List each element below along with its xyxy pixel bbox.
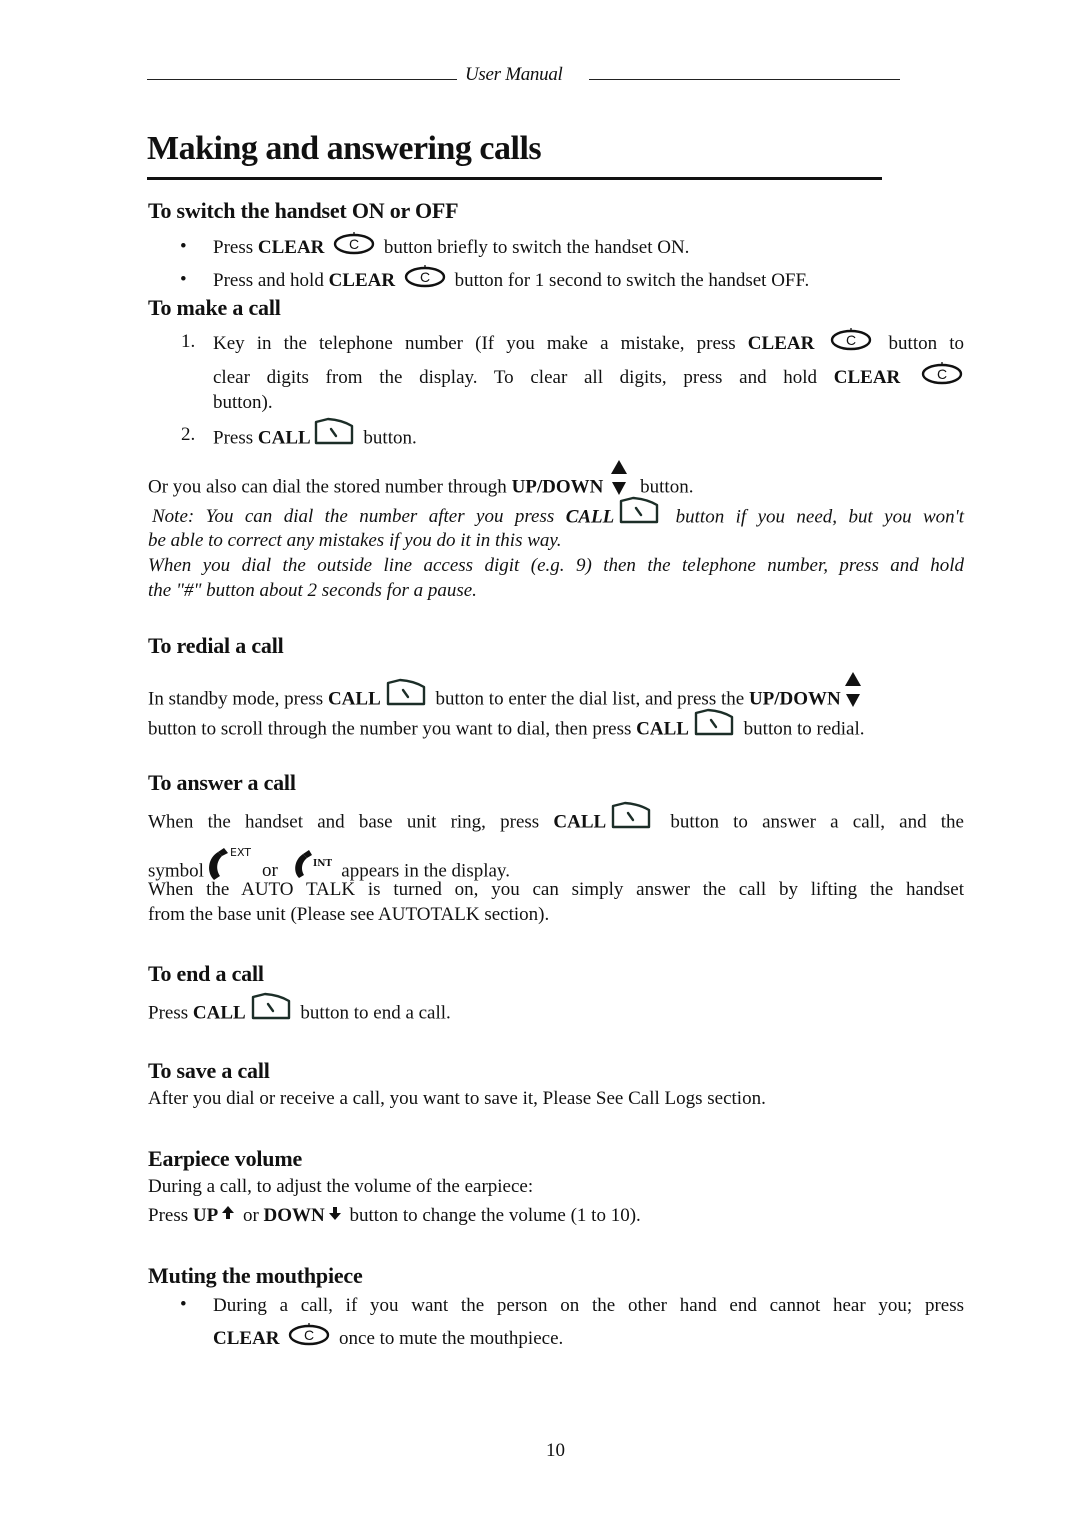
- save-line1: After you dial or receive a call, you wa…: [148, 1088, 766, 1109]
- clear-key-label: CLEAR: [833, 367, 901, 388]
- text: once to mute the mouthpiece.: [334, 1328, 564, 1349]
- text: button for 1 second to switch the handse…: [449, 270, 810, 291]
- down-key-label: DOWN: [263, 1205, 325, 1226]
- call-button-icon: [312, 416, 356, 446]
- mute-line1: During a call, if you want the person on…: [213, 1295, 964, 1316]
- make-note-line2: be able to correct any mistakes if you d…: [148, 530, 562, 551]
- manual-page: User Manual Making and answering calls T…: [0, 0, 1080, 1528]
- call-button-icon: [249, 991, 293, 1021]
- text: Press: [148, 1002, 193, 1024]
- title-underline: [147, 177, 882, 180]
- text: In standby mode, press: [148, 688, 328, 710]
- clear-button-icon: [403, 264, 447, 288]
- svg-text:EXT: EXT: [230, 846, 251, 859]
- header-rule-right: [589, 79, 900, 80]
- call-key-label: CALL: [192, 1002, 246, 1024]
- heading-redial: To redial a call: [148, 633, 284, 658]
- call-key-label: CALL: [553, 811, 607, 833]
- down-arrow-icon: [328, 1205, 342, 1221]
- up-key-label: UP: [192, 1205, 219, 1226]
- call-button-icon: [609, 800, 653, 830]
- bullet: •: [180, 1294, 187, 1315]
- clear-button-icon: [287, 1322, 331, 1346]
- text: Note: You can dial the number after you …: [152, 506, 566, 528]
- text: button if you need, but you won't: [664, 506, 964, 528]
- heading-volume: Earpiece volume: [148, 1146, 303, 1171]
- header-rule-left: [147, 79, 457, 80]
- clear-key-label: CLEAR: [213, 1328, 280, 1349]
- text: button to end a call.: [295, 1002, 451, 1024]
- text: or: [238, 1205, 264, 1226]
- call-key-label: CALL: [565, 506, 615, 528]
- make-note2-line2: the "#" button about 2 seconds for a pau…: [148, 580, 477, 601]
- text: button to: [876, 333, 965, 354]
- make-step1-line2: clear digits from the display. To clear …: [213, 365, 964, 391]
- call-button-icon: [617, 495, 661, 525]
- make-step2: Press CALL button.: [213, 424, 417, 454]
- call-key-label: CALL: [636, 718, 689, 740]
- call-button-icon: [692, 707, 736, 737]
- make-or-updown: Or you also can dial the stored number t…: [148, 468, 693, 508]
- volume-line2: Press UP or DOWN button to change the vo…: [148, 1203, 641, 1228]
- clear-key-label: CLEAR: [747, 333, 815, 354]
- heading-make-call: To make a call: [148, 295, 281, 320]
- heading-mute: Muting the mouthpiece: [148, 1263, 363, 1288]
- redial-line2: button to scroll through the number you …: [148, 715, 865, 745]
- clear-button-icon: [920, 361, 964, 385]
- page-title: Making and answering calls: [147, 130, 542, 167]
- step-number: 1.: [181, 331, 196, 352]
- clear-button-icon: [332, 231, 376, 255]
- updown-key-label: UP/DOWN: [748, 688, 841, 710]
- text: Press: [213, 237, 258, 258]
- step-number: 2.: [181, 424, 196, 445]
- answer-line3: When the AUTO TALK is turned on, you can…: [148, 879, 964, 900]
- page-number: 10: [546, 1440, 565, 1461]
- call-key-label: CALL: [257, 427, 311, 449]
- text: button briefly to switch the handset ON.: [379, 237, 690, 258]
- text: Press: [213, 427, 258, 449]
- heading-answer: To answer a call: [148, 770, 296, 795]
- text: When the handset and base unit ring, pre…: [148, 811, 554, 833]
- make-step1-line3: button).: [213, 392, 273, 413]
- mute-line2: CLEAR once to mute the mouthpiece.: [213, 1326, 563, 1352]
- text: Key in the telephone number (If you make…: [213, 333, 748, 354]
- heading-save: To save a call: [148, 1058, 270, 1083]
- running-header: User Manual: [147, 64, 900, 90]
- call-key-label: CALL: [327, 688, 381, 710]
- switch-off-text: Press and hold CLEAR button for 1 second…: [213, 268, 809, 294]
- heading-end: To end a call: [148, 961, 264, 986]
- text: clear digits from the display. To clear …: [213, 367, 834, 388]
- text: button to answer a call, and the: [656, 811, 964, 833]
- redial-line1: In standby mode, press CALL button to en…: [148, 680, 978, 720]
- call-button-icon: [384, 677, 428, 707]
- up-down-arrow-icon: [843, 670, 863, 710]
- text: Press and hold: [213, 270, 329, 291]
- clear-key-label: CLEAR: [257, 237, 325, 258]
- text: button to redial.: [738, 718, 865, 740]
- make-step1-line1: Key in the telephone number (If you make…: [213, 331, 964, 357]
- answer-line1: When the handset and base unit ring, pre…: [148, 808, 964, 838]
- running-title: User Manual: [465, 64, 563, 85]
- end-line1: Press CALL button to end a call.: [148, 999, 451, 1029]
- heading-switch: To switch the handset ON or OFF: [148, 198, 459, 223]
- text: button to change the volume (1 to 10).: [344, 1205, 641, 1226]
- updown-key-label: UP/DOWN: [511, 476, 604, 498]
- switch-on-text: Press CLEAR button briefly to switch the…: [213, 235, 689, 261]
- svg-text:INT: INT: [313, 859, 332, 869]
- clear-key-label: CLEAR: [328, 270, 396, 291]
- bullet: •: [180, 269, 187, 290]
- bullet: •: [180, 236, 187, 257]
- answer-line4: from the base unit (Please see AUTOTALK …: [148, 904, 550, 925]
- text: button to scroll through the number you …: [148, 718, 637, 740]
- volume-line1: During a call, to adjust the volume of t…: [148, 1176, 534, 1197]
- text: button.: [358, 427, 417, 449]
- up-arrow-icon: [221, 1205, 235, 1221]
- text: Press: [148, 1205, 193, 1226]
- make-note2-line1: When you dial the outside line access di…: [148, 555, 964, 576]
- up-down-arrow-icon: [609, 458, 629, 498]
- clear-button-icon: [829, 327, 873, 351]
- text: Or you also can dial the stored number t…: [148, 476, 512, 498]
